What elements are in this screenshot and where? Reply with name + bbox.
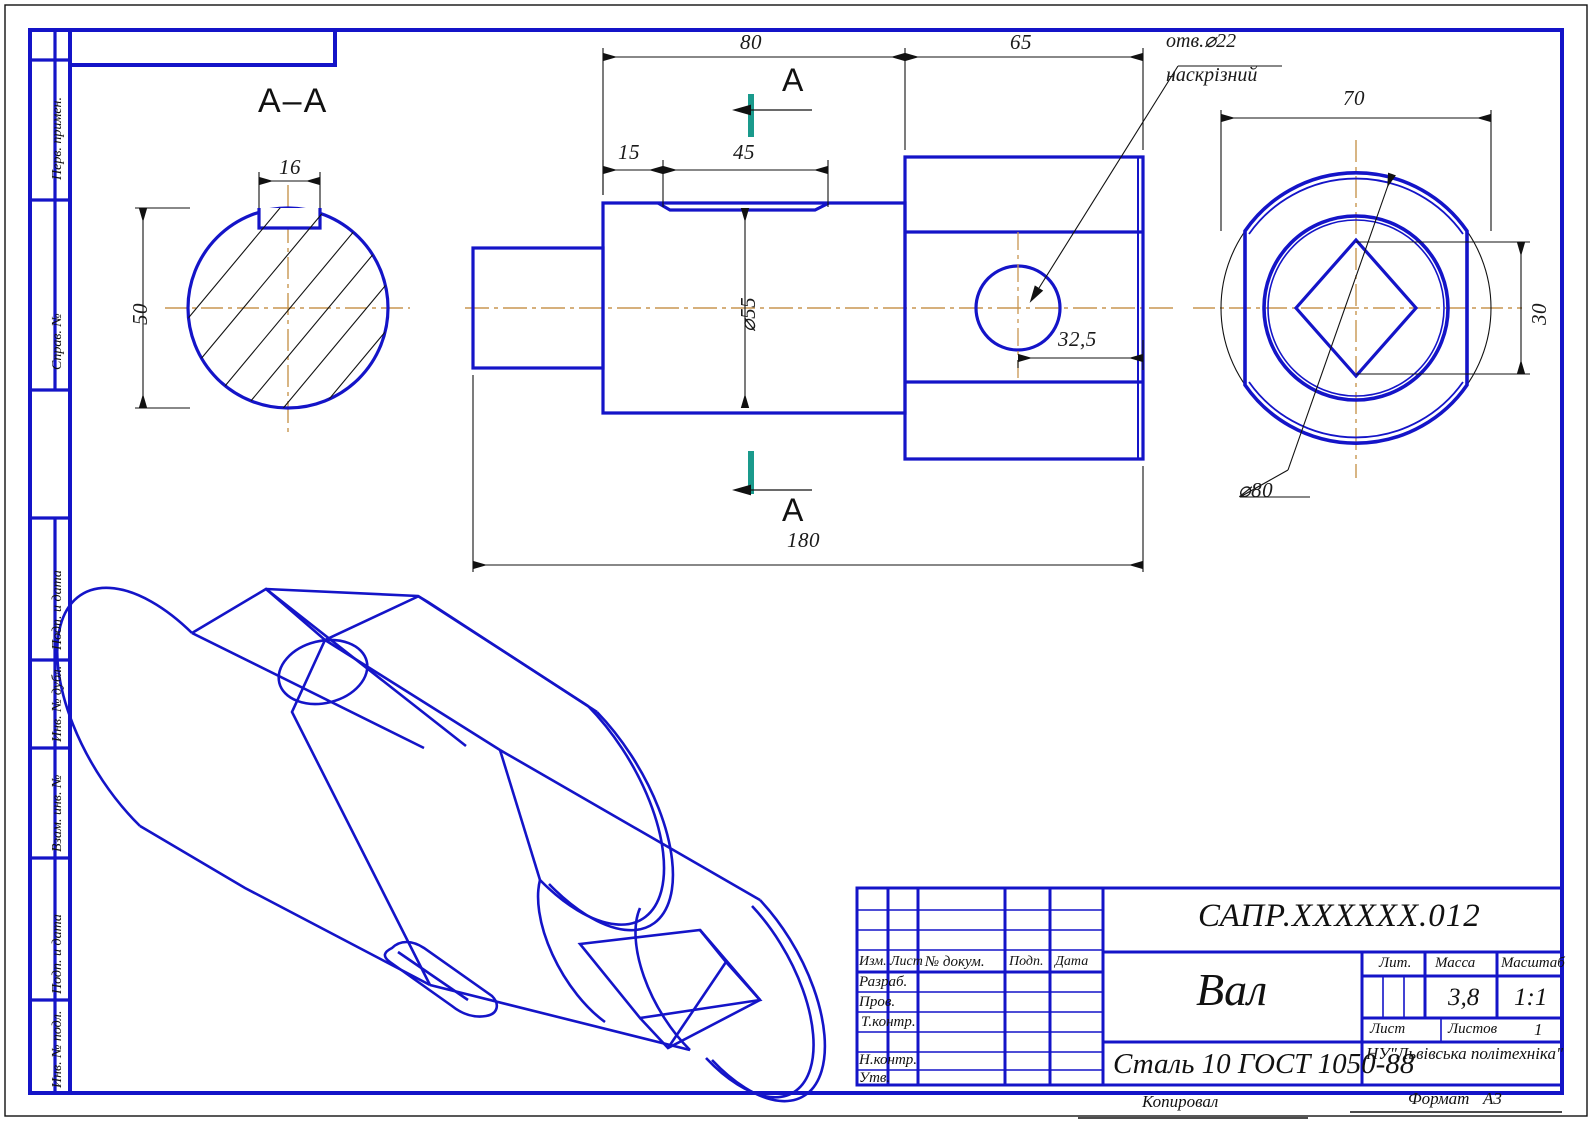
dim-hole-offset-32-5: 32,5 [1058,327,1097,351]
margin-label-sprav-no: Справ. № [50,313,65,370]
tb-label-masshtab: Масштаб [1501,955,1565,971]
margin-label-inv-dubl: Инв. № дубл. [50,665,65,742]
section-letter-bottom: А [782,492,804,528]
section-letter-top: А [782,62,804,98]
tb-header-data: Дата [1055,954,1089,969]
top-left-field [68,28,337,67]
section-arrow-bottom [731,451,812,496]
tb-role-razrab: Разраб. [859,974,908,990]
margin-label-vzam-inv: Взам. инв. № [50,774,65,852]
tb-header-izm: Изм. [859,954,887,969]
dim-total-180: 180 [787,528,820,552]
tb-organization: НУ"Львівська політехніка" [1366,1044,1564,1063]
note-hole-through: наскрізний [1166,64,1258,86]
dim-keyway-16: 16 [279,155,301,179]
view-right-end [1193,110,1530,498]
dim-length-80: 80 [740,30,762,54]
section-title-aa: А–А [258,82,329,120]
note-hole-diameter: отв.⌀22 [1166,30,1237,52]
footer-format-value: А3 [1483,1089,1502,1108]
tb-value-mass: 3,8 [1448,984,1480,1011]
tb-header-list: Лист [890,954,923,969]
tb-value-sheets: 1 [1534,1020,1543,1039]
dim-length-45: 45 [733,140,755,164]
margin-label-podp-data-2: Подп. и дата [50,914,65,994]
footer-copied-label: Копировал [1142,1092,1219,1111]
tb-designation: САПР.XXXXXX.012 [1198,898,1481,934]
margin-label-podp-data-1: Подп. и дата [50,570,65,650]
tb-header-docnum: № докум. [925,954,985,970]
dim-diameter-50: 50 [128,303,152,325]
dim-diameter-80: ⌀80 [1238,478,1274,502]
dim-length-15: 15 [618,140,640,164]
tb-header-podp: Подп. [1009,954,1044,969]
tb-role-prov: Пров. [859,994,896,1010]
drawing-sheet: Перв. примен. Справ. № Подп. и дата Инв.… [0,0,1592,1127]
tb-label-sheets: Листов [1448,1021,1498,1037]
tb-label-massa: Масса [1435,955,1476,971]
dim-width-70: 70 [1343,86,1365,110]
dim-flat-30: 30 [1527,303,1551,325]
section-arrow-top [731,94,812,137]
tb-label-lit: Лит. [1379,955,1412,971]
view-front [465,48,1282,572]
margin-label-inv-podl: Инв. № подл. [50,1010,65,1088]
drawing-canvas [4,4,1588,1119]
tb-part-name: Вал [1196,964,1268,1015]
dim-length-65: 65 [1010,30,1032,54]
view-isometric [55,586,827,1103]
tb-role-utv: Утв. [859,1070,891,1086]
view-section-aa [135,172,410,432]
margin-label-perv-primen: Перв. примен. [50,97,65,180]
tb-role-nkontr: Н.контр. [859,1052,918,1068]
footer-rules [1078,1111,1562,1119]
tb-label-sheet: Лист [1370,1021,1406,1037]
dim-diameter-55: ⌀55 [736,296,760,332]
tb-role-tkontr: Т.контр. [861,1014,916,1030]
footer-format-label: Формат [1408,1089,1470,1108]
tb-value-scale: 1:1 [1514,984,1548,1011]
